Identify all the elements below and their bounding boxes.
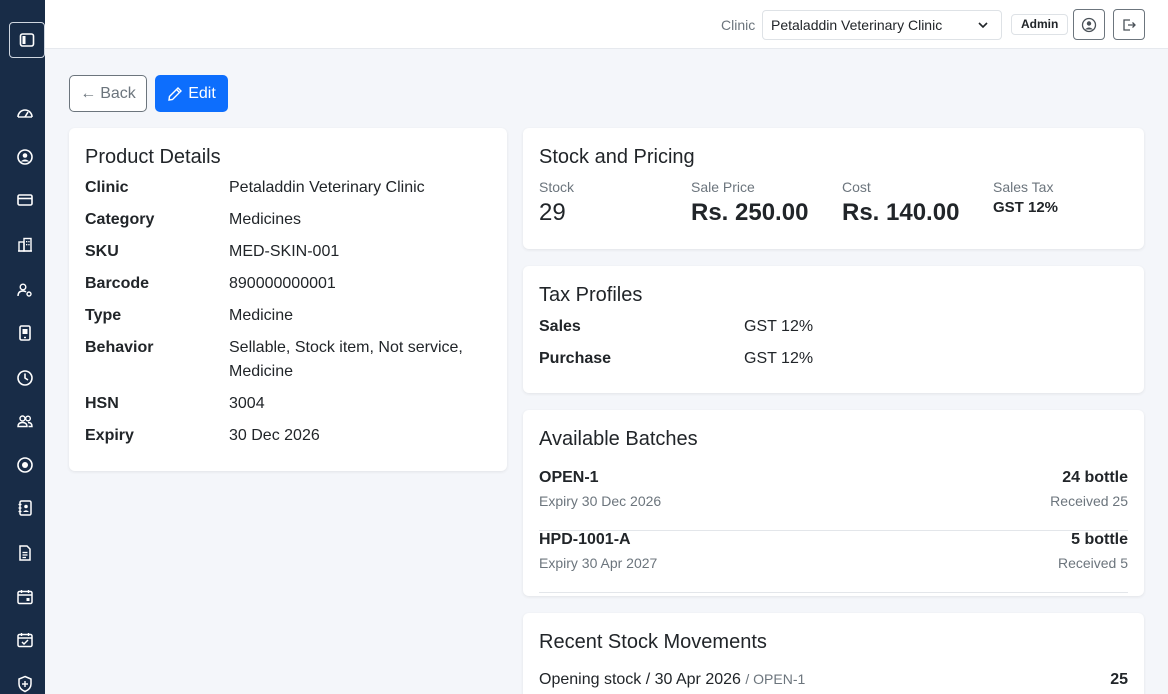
edit-button[interactable]: Edit	[155, 75, 228, 112]
sidebar-item-user-settings[interactable]	[15, 280, 35, 300]
detail-value-type: Medicine	[229, 307, 294, 324]
detail-value-expiry: 30 Dec 2026	[229, 427, 320, 444]
layout-toggle-icon	[19, 33, 35, 47]
arrow-left-icon: ←	[80, 84, 97, 102]
sidebar-item-appointments[interactable]	[15, 630, 35, 650]
top-bar: Clinic Petaladdin Veterinary Clinic Admi…	[45, 0, 1168, 49]
detail-label-clinic: Clinic	[85, 179, 129, 196]
batch-received: Received 25	[1050, 493, 1128, 509]
logout-button[interactable]	[1113, 9, 1145, 40]
user-settings-icon	[17, 283, 32, 297]
detail-value-hsn: 3004	[229, 395, 265, 412]
sidebar-item-records[interactable]	[15, 455, 35, 475]
stock-movements-card: Recent Stock Movements Opening stock / 3…	[523, 613, 1144, 694]
batch-expiry: Expiry 30 Dec 2026	[539, 493, 662, 509]
sidebar-item-clients[interactable]	[15, 411, 35, 431]
sidebar-item-history[interactable]	[15, 368, 35, 388]
sale-price-label: Sale Price	[691, 179, 755, 195]
edit-button-label: Edit	[188, 84, 216, 102]
contacts-icon	[18, 500, 32, 516]
users-icon	[17, 415, 33, 428]
role-badge: Admin	[1011, 14, 1069, 35]
available-batches-card: Available Batches OPEN-1 Expiry 30 Dec 2…	[523, 410, 1144, 596]
detail-label-type: Type	[85, 307, 122, 324]
clinic-select[interactable]: Petaladdin Veterinary Clinic	[762, 10, 1002, 40]
user-circle-icon	[1081, 17, 1097, 32]
product-details-card: Product Details Clinic Petaladdin Veteri…	[69, 128, 507, 471]
sale-price-value: Rs. 250.00	[691, 199, 809, 226]
sales-tax-value: GST 12%	[993, 199, 1059, 216]
detail-value-sku: MED-SKIN-001	[229, 243, 340, 260]
back-button-label: Back	[100, 84, 136, 102]
detail-value-behavior: Sellable, Stock item, Not service, Medic…	[229, 339, 463, 380]
calendar-icon	[17, 590, 33, 605]
sidebar-item-dashboard[interactable]	[15, 103, 35, 123]
tax-value-sales: GST 12%	[744, 318, 814, 335]
batch-row: HPD-1001-A Expiry 30 Apr 2027 5 bottle R…	[539, 531, 1128, 593]
dashboard-gauge-icon	[17, 109, 33, 118]
sidebar-item-devices[interactable]	[15, 323, 35, 343]
movement-batch: / OPEN-1	[745, 671, 806, 687]
stock-pricing-card: Stock and Pricing Stock 29 Sale Price Rs…	[523, 128, 1144, 249]
tax-profiles-title: Tax Profiles	[539, 284, 643, 306]
building-icon	[18, 237, 32, 252]
movement-quantity: 25	[1110, 671, 1128, 688]
available-batches-title: Available Batches	[539, 428, 698, 450]
sidebar-item-security[interactable]	[15, 674, 35, 694]
document-icon	[19, 545, 31, 561]
stock-movements-title: Recent Stock Movements	[539, 631, 767, 653]
sidebar-item-billing[interactable]	[15, 190, 35, 210]
detail-label-expiry: Expiry	[85, 427, 134, 444]
detail-label-behavior: Behavior	[85, 339, 154, 356]
sidebar-item-clinics[interactable]	[15, 235, 35, 255]
sidebar-item-profile[interactable]	[15, 147, 35, 167]
batch-received: Received 5	[1057, 555, 1128, 571]
credit-card-icon	[17, 194, 33, 206]
detail-value-barcode: 890000000001	[229, 275, 336, 292]
sidebar-item-calendar[interactable]	[15, 587, 35, 607]
sidebar-item-documents[interactable]	[15, 543, 35, 563]
stock-pricing-title: Stock and Pricing	[539, 146, 695, 168]
movement-description: Opening stock / 30 Apr 2026	[539, 671, 741, 688]
detail-label-sku: SKU	[85, 243, 119, 260]
product-details-title: Product Details	[85, 146, 221, 168]
stock-label: Stock	[539, 179, 575, 195]
record-icon	[17, 457, 33, 473]
batch-code: OPEN-1	[539, 469, 599, 486]
sidebar-item-contacts[interactable]	[15, 498, 35, 518]
chevron-down-icon	[978, 22, 988, 29]
batch-row: OPEN-1 Expiry 30 Dec 2026 24 bottle Rece…	[539, 469, 1128, 531]
clinic-select-value: Petaladdin Veterinary Clinic	[771, 17, 943, 33]
batch-code: HPD-1001-A	[539, 531, 631, 548]
clinic-label: Clinic	[721, 17, 756, 33]
calendar-check-icon	[17, 633, 33, 648]
back-button[interactable]: ← Back	[69, 75, 147, 112]
detail-label-barcode: Barcode	[85, 275, 150, 292]
detail-value-clinic: Petaladdin Veterinary Clinic	[229, 179, 425, 196]
tax-profiles-card: Tax Profiles Sales GST 12% Purchase GST …	[523, 266, 1144, 393]
logout-icon	[1123, 18, 1136, 31]
tax-label-sales: Sales	[539, 318, 581, 335]
movement-row: Opening stock / 30 Apr 2026 / OPEN-1 25	[539, 671, 1128, 689]
shield-icon	[18, 675, 32, 693]
profile-button[interactable]	[1073, 9, 1105, 40]
batch-expiry: Expiry 30 Apr 2027	[539, 555, 658, 571]
pencil-icon	[168, 86, 183, 101]
detail-value-category: Medicines	[229, 211, 302, 228]
cost-label: Cost	[842, 179, 871, 195]
tax-label-purchase: Purchase	[539, 350, 612, 367]
detail-label-hsn: HSN	[85, 395, 119, 412]
user-circle-icon	[17, 149, 33, 165]
tax-value-purchase: GST 12%	[744, 350, 814, 367]
cost-value: Rs. 140.00	[842, 199, 960, 226]
clock-icon	[17, 370, 33, 386]
sidebar	[0, 0, 45, 694]
tablet-icon	[19, 325, 31, 341]
batch-quantity: 5 bottle	[1071, 531, 1128, 548]
sales-tax-label: Sales Tax	[993, 179, 1054, 195]
detail-label-category: Category	[85, 211, 155, 228]
stock-value: 29	[539, 199, 566, 226]
sidebar-toggle-button[interactable]	[9, 22, 45, 58]
batch-quantity: 24 bottle	[1062, 469, 1128, 486]
